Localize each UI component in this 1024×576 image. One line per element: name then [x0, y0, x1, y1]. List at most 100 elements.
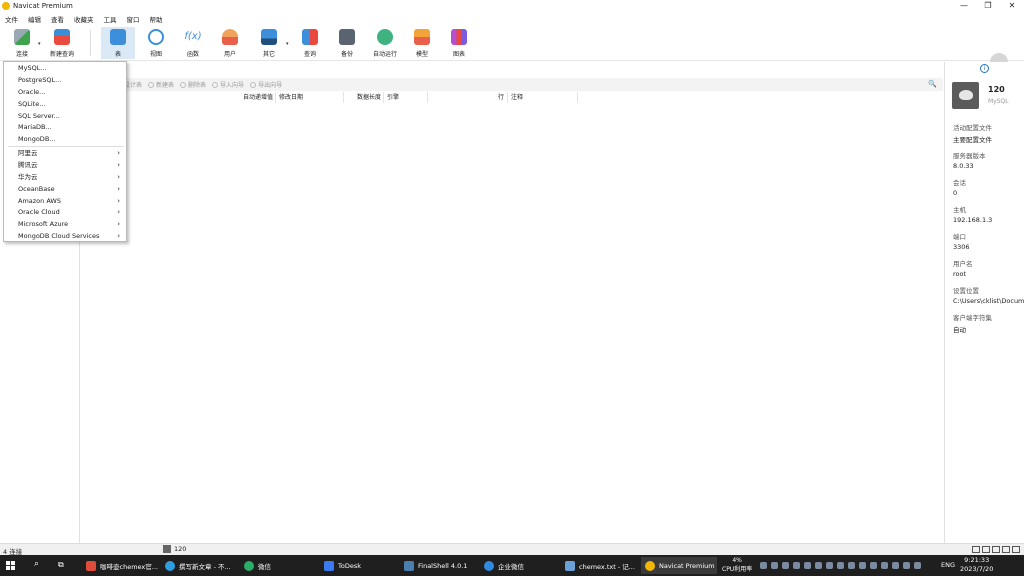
tray-icon[interactable]: [881, 562, 888, 569]
detail-view-icon[interactable]: [982, 546, 990, 553]
column-data-length[interactable]: 数据长度: [344, 92, 384, 103]
tray-icon[interactable]: [804, 562, 811, 569]
tray-icon[interactable]: [870, 562, 877, 569]
prop-username: 用户名 root: [953, 260, 973, 278]
column-modified-date[interactable]: 修改日期: [276, 92, 344, 103]
windows-start-icon[interactable]: [6, 561, 15, 570]
restore-button[interactable]: ❐: [976, 0, 1000, 12]
task-view-icon[interactable]: ⧉: [58, 560, 64, 570]
user-button[interactable]: 用户: [213, 27, 247, 59]
search-icon[interactable]: ⌕: [34, 559, 39, 569]
robot-icon: [377, 29, 393, 45]
menu-item-mongodb[interactable]: MongoDB...: [4, 133, 126, 145]
function-button[interactable]: f(x) 函数: [176, 27, 210, 59]
mysql-dolphin-icon: [952, 82, 979, 109]
automation-button[interactable]: 自动运行: [368, 27, 402, 59]
taskbar-app-browser[interactable]: 咖啡壶chemex官...: [82, 557, 158, 574]
tray-icon[interactable]: [793, 562, 800, 569]
connect-dropdown-icon[interactable]: ▾: [38, 41, 41, 47]
volume-icon[interactable]: [903, 562, 910, 569]
tray-icon[interactable]: [892, 562, 899, 569]
menu-file[interactable]: 文件: [0, 14, 23, 24]
taskbar-app-finalshell[interactable]: FinalShell 4.0.1: [400, 557, 476, 574]
menu-item-oracle-cloud[interactable]: Oracle Cloud ›: [4, 206, 126, 218]
cpu-usage: 4% CPU利用率: [722, 557, 753, 573]
chart-button[interactable]: 图表: [442, 27, 476, 59]
menu-item-mongodb-cloud[interactable]: MongoDB Cloud Services ›: [4, 230, 126, 242]
close-button[interactable]: ✕: [1000, 0, 1024, 12]
delete-table-button[interactable]: 删除表: [180, 80, 206, 89]
prop-port: 端口 3306: [953, 233, 970, 251]
plug-icon: [14, 29, 30, 45]
tray-icon[interactable]: [760, 562, 767, 569]
other-button[interactable]: 其它: [252, 27, 286, 59]
query-button[interactable]: 查询: [293, 27, 327, 59]
submenu-arrow-icon: ›: [117, 208, 120, 216]
list-view-icon[interactable]: [972, 546, 980, 553]
menu-item-mariadb[interactable]: MariaDB...: [4, 121, 126, 133]
menu-item-microsoft-azure[interactable]: Microsoft Azure ›: [4, 218, 126, 230]
function-icon: f(x): [184, 31, 202, 42]
backup-disk-icon: [339, 29, 355, 45]
column-rows[interactable]: 行: [428, 92, 508, 103]
tray-icon[interactable]: [815, 562, 822, 569]
tray-icon[interactable]: [848, 562, 855, 569]
tray-icon[interactable]: [837, 562, 844, 569]
user-icon: [222, 29, 238, 45]
menu-item-postgresql[interactable]: PostgreSQL...: [4, 74, 126, 86]
toggle-left-pane-icon[interactable]: [1002, 546, 1010, 553]
notepad-icon: [565, 560, 575, 571]
navicat-app-icon: [2, 2, 10, 10]
tray-icon[interactable]: [771, 562, 778, 569]
column-comment[interactable]: 注释: [508, 92, 578, 103]
export-wizard-button[interactable]: 导出向导: [250, 80, 282, 89]
object-pane: 设计表 新建表 删除表 导入向导 导出向导 🔍 自动递增值 修改日期 数据长度 …: [80, 62, 943, 543]
new-table-button[interactable]: 新建表: [148, 80, 174, 89]
tray-icon[interactable]: [826, 562, 833, 569]
clock[interactable]: 9:21:33 2023/7/20: [960, 556, 993, 574]
menu-item-huawei-cloud[interactable]: 华为云 ›: [4, 171, 126, 183]
network-icon[interactable]: [914, 562, 921, 569]
menu-view[interactable]: 查看: [46, 14, 69, 24]
menu-item-aliyun[interactable]: 阿里云 ›: [4, 147, 126, 159]
tray-icon[interactable]: [859, 562, 866, 569]
input-language[interactable]: ENG: [941, 561, 955, 569]
menu-item-sqlite[interactable]: SQLite...: [4, 98, 126, 110]
toggle-right-pane-icon[interactable]: [1012, 546, 1020, 553]
column-engine[interactable]: 引擎: [384, 92, 428, 103]
model-button[interactable]: 模型: [405, 27, 439, 59]
menu-item-mysql[interactable]: MySQL...: [4, 62, 126, 74]
taskbar-app-notepad[interactable]: chemex.txt - 记...: [561, 557, 637, 574]
menu-item-tencent-cloud[interactable]: 腾讯云 ›: [4, 159, 126, 171]
taskbar-app-wechat[interactable]: 微信: [240, 557, 316, 574]
taskbar-app-edge[interactable]: 撰写新文章 - 不...: [161, 557, 237, 574]
other-dropdown-icon[interactable]: ▾: [286, 41, 289, 47]
table-button[interactable]: 表: [101, 27, 135, 59]
new-query-button[interactable]: 新建查询: [45, 27, 79, 59]
view-button[interactable]: 视图: [139, 27, 173, 59]
grid-view-icon[interactable]: [992, 546, 1000, 553]
submenu-arrow-icon: ›: [117, 220, 120, 228]
menu-item-oceanbase[interactable]: OceanBase ›: [4, 183, 126, 195]
query-icon: [302, 29, 318, 45]
menu-edit[interactable]: 编辑: [23, 14, 46, 24]
taskbar-app-todesk[interactable]: ToDesk: [320, 557, 396, 574]
menu-bar: 文件 编辑 查看 收藏夹 工具 窗口 帮助: [0, 13, 168, 24]
search-icon[interactable]: 🔍: [928, 80, 937, 88]
taskbar-app-wecom[interactable]: 企业微信: [480, 557, 556, 574]
menu-help[interactable]: 帮助: [145, 14, 168, 24]
view-glasses-icon: [148, 29, 164, 45]
tray-icon[interactable]: [782, 562, 789, 569]
menu-window[interactable]: 窗口: [122, 14, 145, 24]
taskbar-app-navicat[interactable]: Navicat Premium: [641, 557, 717, 574]
menu-item-oracle[interactable]: Oracle...: [4, 86, 126, 98]
new-table-icon: [148, 81, 155, 88]
backup-button[interactable]: 备份: [330, 27, 364, 59]
column-auto-increment[interactable]: 自动递增值: [213, 92, 276, 103]
import-wizard-button[interactable]: 导入向导: [212, 80, 244, 89]
connect-button[interactable]: 连接: [5, 27, 39, 59]
menu-favorites[interactable]: 收藏夹: [69, 14, 99, 24]
info-icon[interactable]: i: [980, 64, 989, 73]
minimize-button[interactable]: —: [952, 0, 976, 12]
menu-tools[interactable]: 工具: [99, 14, 122, 24]
